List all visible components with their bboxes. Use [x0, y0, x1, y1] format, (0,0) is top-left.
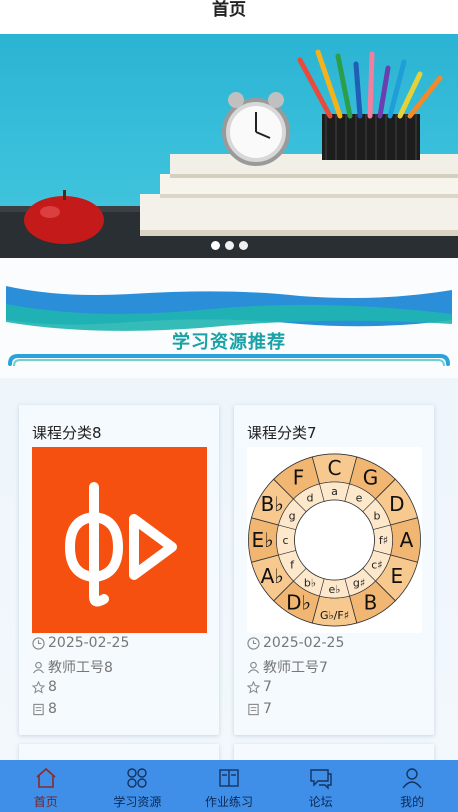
- major-key-label: B♭: [261, 492, 284, 516]
- book-icon: [219, 769, 239, 787]
- document-icon: [248, 703, 259, 715]
- section-header: [0, 258, 458, 378]
- card-title: 课程分类8: [32, 424, 102, 442]
- tab-label: 我的: [400, 795, 425, 809]
- card-stars: 8: [32, 679, 57, 695]
- tab-label: 论坛: [308, 795, 333, 809]
- major-key-label: F: [293, 466, 305, 490]
- major-key-label: E: [391, 564, 404, 588]
- user-icon: [247, 661, 260, 673]
- minor-key-label: e: [356, 492, 363, 505]
- card-image: Ca Ge Db Af♯ Ec♯ Bg♯ G♭/F♯ e♭ D♭ b♭ A♭ f E♭ c B♭ g Fd: [247, 447, 422, 633]
- major-key-label: D♭: [286, 590, 311, 614]
- card-image: [32, 447, 207, 633]
- tab-profile[interactable]: 我的: [366, 760, 458, 812]
- card-count: 7: [247, 701, 272, 717]
- tab-label: 首页: [33, 795, 58, 809]
- major-key-label: A: [400, 528, 414, 552]
- card-teacher: 教师工号8: [32, 657, 113, 677]
- section-decoration: [6, 286, 452, 367]
- minor-key-label: g♯: [353, 576, 365, 589]
- tab-forum[interactable]: 论坛: [275, 760, 367, 812]
- card-teacher-text: 教师工号8: [48, 660, 113, 676]
- card-stars-text: 7: [263, 679, 272, 695]
- minor-key-label: a: [331, 485, 338, 498]
- card-stars-text: 8: [48, 679, 57, 695]
- resource-card[interactable]: 课程分类7 Ca Ge Db Af♯ Ec♯ Bg♯ G♭/F♯ e♭ D♭ b♭ A♭ f E♭ c B♭…: [234, 405, 434, 735]
- minor-key-label: e♭: [329, 583, 341, 596]
- grid-icon: [127, 768, 148, 788]
- major-key-label: G: [363, 466, 379, 490]
- card-date-text: 2025-02-25: [263, 635, 345, 651]
- document-icon: [33, 703, 44, 715]
- section-title: 学习资源推荐: [172, 332, 286, 353]
- page-title: 首页: [212, 0, 246, 20]
- resource-card[interactable]: 课程分类8 2025-02-25 教师工号8 8 8: [19, 405, 219, 735]
- major-key-label: G♭/F♯: [320, 609, 349, 622]
- card-date: 2025-02-25: [32, 635, 129, 651]
- minor-key-label: c: [282, 534, 288, 547]
- tab-label: 学习资源: [113, 795, 162, 809]
- major-key-label: E♭: [251, 528, 273, 552]
- banner-carousel[interactable]: [0, 34, 458, 258]
- minor-key-label: b: [373, 510, 380, 523]
- home-icon: [36, 767, 56, 788]
- card-count: 8: [32, 701, 57, 717]
- carousel-dot[interactable]: [224, 241, 234, 250]
- carousel-dot[interactable]: [238, 241, 248, 250]
- user-icon: [402, 768, 422, 789]
- star-icon: [247, 680, 260, 694]
- major-key-label: A♭: [261, 564, 284, 588]
- major-key-label: C: [328, 456, 342, 480]
- tab-label: 作业练习: [204, 795, 253, 809]
- clock-icon: [247, 636, 260, 650]
- carousel-dot[interactable]: [210, 241, 220, 250]
- tab-homework[interactable]: 作业练习: [183, 760, 275, 812]
- center-circle: [294, 499, 375, 581]
- major-key-label: B: [364, 590, 378, 614]
- top-nav-bar: 首页: [0, 0, 458, 34]
- major-key-label: D: [389, 492, 404, 516]
- card-count-text: 7: [263, 701, 272, 717]
- card-count-text: 8: [48, 701, 57, 717]
- play-logo-icon: [65, 482, 177, 607]
- card-stars: 7: [247, 679, 272, 695]
- minor-key-label: g: [289, 510, 296, 523]
- card-teacher: 教师工号7: [247, 657, 328, 677]
- card-date-text: 2025-02-25: [48, 635, 130, 651]
- chat-icon: [309, 769, 332, 790]
- user-icon: [32, 661, 45, 673]
- minor-key-label: f♯: [379, 534, 388, 547]
- tab-resources[interactable]: 学习资源: [92, 760, 184, 812]
- banner-image: [0, 49, 458, 258]
- card-title: 课程分类7: [247, 424, 317, 442]
- minor-key-label: c♯: [371, 559, 382, 572]
- card-date: 2025-02-25: [247, 635, 344, 651]
- star-icon: [32, 680, 45, 694]
- minor-key-label: d: [307, 492, 314, 505]
- tab-home[interactable]: 首页: [0, 760, 92, 812]
- card-teacher-text: 教师工号7: [263, 660, 328, 676]
- bottom-tab-bar: 首页 学习资源 作业练习 论坛 我的: [0, 760, 458, 812]
- clock-icon: [32, 636, 45, 650]
- minor-key-label: b♭: [304, 576, 316, 589]
- circle-of-fifths-image: CaGe DbAf♯Ec♯Bg♯G♭/F♯e♭D♭b♭A♭ fE♭ cB♭ gFd: [248, 453, 421, 627]
- carousel-indicator[interactable]: [0, 241, 458, 250]
